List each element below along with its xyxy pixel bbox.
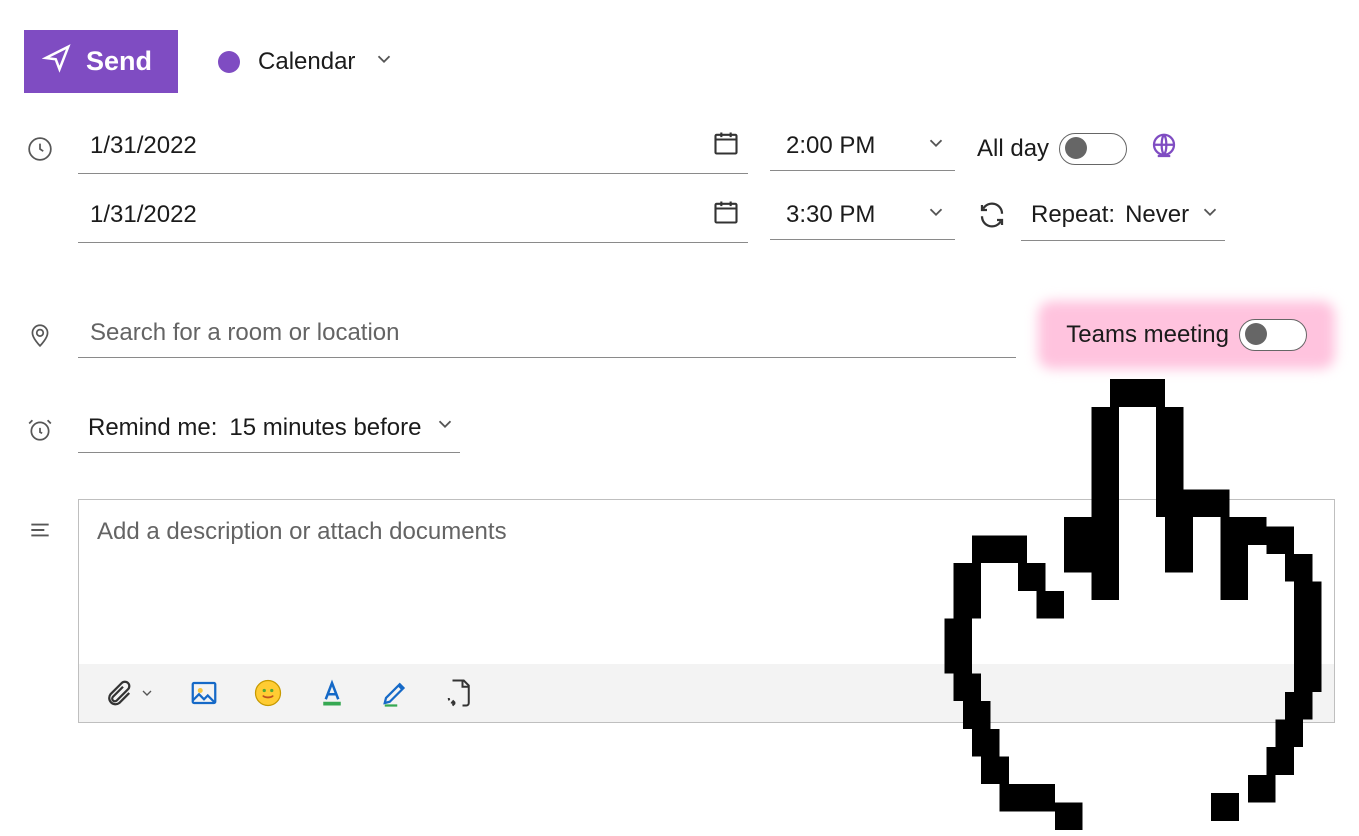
reminder-select[interactable]: Remind me: 15 minutes before [78, 407, 460, 453]
end-time-value: 3:30 PM [786, 201, 875, 229]
clock-icon [24, 136, 56, 162]
start-time-value: 2:00 PM [786, 132, 875, 160]
chevron-down-icon [373, 48, 395, 76]
description-placeholder: Add a description or attach documents [97, 518, 507, 545]
send-button[interactable]: Send [24, 30, 178, 93]
teams-meeting-label: Teams meeting [1066, 321, 1229, 349]
teams-meeting-toggle[interactable] [1239, 319, 1307, 351]
description-input[interactable]: Add a description or attach documents [79, 500, 1334, 664]
calendar-color-dot [218, 51, 240, 73]
calendar-label: Calendar [258, 48, 355, 76]
teams-meeting-group: Teams meeting [1038, 301, 1335, 369]
draw-button[interactable] [381, 678, 411, 708]
chevron-down-icon [925, 132, 947, 160]
repeat-select[interactable]: Repeat: Never [1021, 195, 1225, 241]
timezone-icon[interactable] [1149, 131, 1179, 167]
chevron-down-icon [1199, 201, 1221, 230]
reminder-label: Remind me: [88, 414, 217, 442]
calendar-selector[interactable]: Calendar [218, 48, 395, 76]
chevron-down-icon [925, 201, 947, 229]
template-button[interactable] [445, 678, 475, 708]
emoji-button[interactable] [253, 678, 283, 708]
description-box: Add a description or attach documents [78, 499, 1335, 723]
all-day-label: All day [977, 135, 1049, 163]
location-icon [24, 322, 56, 348]
repeat-value: Never [1125, 201, 1189, 229]
chevron-down-icon [434, 413, 456, 442]
start-time-select[interactable]: 2:00 PM [770, 126, 955, 171]
end-time-select[interactable]: 3:30 PM [770, 195, 955, 240]
send-icon [42, 43, 72, 80]
end-date-input[interactable]: 1/31/2022 [78, 192, 748, 243]
attach-button[interactable] [103, 678, 155, 708]
calendar-icon[interactable] [712, 198, 740, 232]
editor-toolbar [79, 664, 1334, 722]
send-label: Send [86, 46, 152, 77]
recurrence-icon[interactable] [977, 200, 1007, 236]
start-date-input[interactable]: 1/31/2022 [78, 123, 748, 174]
insert-image-button[interactable] [189, 678, 219, 708]
reminder-value: 15 minutes before [229, 414, 421, 442]
location-input[interactable]: Search for a room or location [78, 313, 1016, 358]
description-icon [24, 501, 56, 543]
repeat-label: Repeat: [1031, 201, 1115, 229]
start-date-value: 1/31/2022 [90, 132, 197, 160]
calendar-icon[interactable] [712, 129, 740, 163]
font-color-button[interactable] [317, 678, 347, 708]
all-day-toggle[interactable] [1059, 133, 1127, 165]
location-placeholder: Search for a room or location [90, 319, 399, 346]
end-date-value: 1/31/2022 [90, 201, 197, 229]
reminder-icon [24, 417, 56, 443]
